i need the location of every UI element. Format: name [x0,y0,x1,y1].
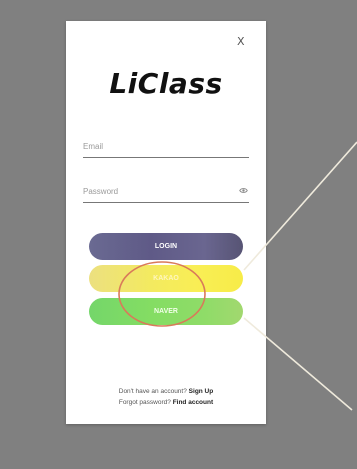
login-card: X LiClass LOGIN KAKAO NAVER Don't have a… [66,21,266,424]
eye-icon[interactable] [239,186,248,195]
find-account-link[interactable]: Find account [173,399,213,406]
naver-login-button[interactable]: NAVER [89,298,243,325]
signup-prompt: Don't have an account? [118,388,187,395]
password-input[interactable] [83,182,249,200]
signup-row: Don't have an account? Sign Up [66,388,266,395]
login-button[interactable]: LOGIN [89,233,243,260]
signup-link[interactable]: Sign Up [189,388,214,395]
kakao-login-button[interactable]: KAKAO [89,265,243,292]
email-input[interactable] [83,137,249,155]
forgot-prompt: Forgot password? [118,399,171,406]
find-account-row: Forgot password? Find account [66,399,266,406]
app-logo: LiClass [109,67,223,100]
close-button[interactable]: X [237,36,245,47]
email-field-container [83,137,249,158]
password-field-container [83,182,249,203]
